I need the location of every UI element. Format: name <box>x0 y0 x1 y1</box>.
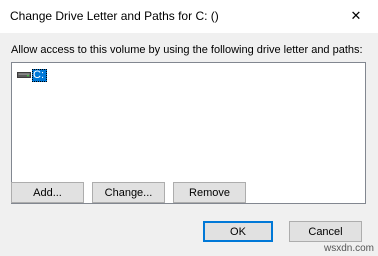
list-item-label: C: <box>32 68 47 82</box>
close-icon: ✕ <box>350 7 362 23</box>
title-bar: Change Drive Letter and Paths for C: () … <box>0 0 378 33</box>
remove-button[interactable]: Remove <box>173 182 246 203</box>
change-button[interactable]: Change... <box>92 182 165 203</box>
dialog-body: Allow access to this volume by using the… <box>0 33 378 256</box>
list-item[interactable]: C: <box>17 68 47 82</box>
watermark: wsxdn.com <box>323 243 374 254</box>
drive-icon <box>17 72 31 78</box>
ok-button[interactable]: OK <box>203 221 273 242</box>
add-button[interactable]: Add... <box>11 182 84 203</box>
instruction-text: Allow access to this volume by using the… <box>11 44 363 56</box>
close-button[interactable]: ✕ <box>334 0 378 31</box>
cancel-button[interactable]: Cancel <box>289 221 362 242</box>
window-title: Change Drive Letter and Paths for C: () <box>10 9 219 23</box>
